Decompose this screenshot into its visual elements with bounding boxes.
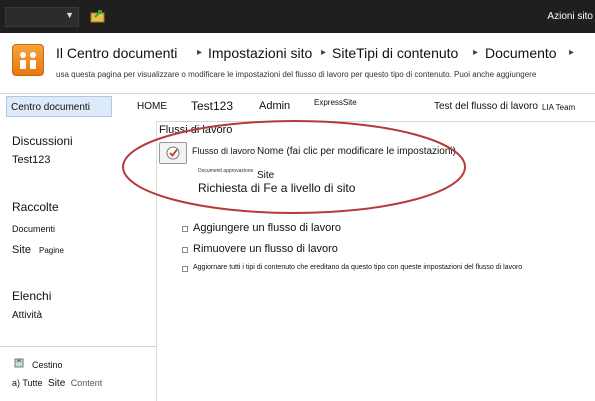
nav-heading-lists[interactable]: Elenchi <box>12 289 51 303</box>
section-title: Flussi di lavoro <box>159 124 233 136</box>
tab-centro-documenti[interactable]: Centro documenti <box>6 96 112 117</box>
site-menu-dropdown[interactable]: ▼ <box>5 7 79 27</box>
remove-workflow-label: Rimuovere un flusso di lavoro <box>193 243 338 255</box>
breadcrumb-separator: ▸ <box>569 47 575 58</box>
nav-heading-discussions[interactable]: Discussioni <box>12 134 73 148</box>
nav-heading-collections[interactable]: Raccolte <box>12 200 59 214</box>
breadcrumb-separator: ▸ <box>197 47 203 58</box>
add-workflow-link[interactable]: Aggiungere un flusso di lavoro <box>182 222 341 234</box>
remove-workflow-link[interactable]: Rimuovere un flusso di lavoro <box>182 243 338 255</box>
breadcrumb-home[interactable]: Il Centro documenti <box>56 45 177 61</box>
workflow-check-icon[interactable] <box>159 142 187 164</box>
all-content-word: Content <box>70 378 103 388</box>
update-content-types-link[interactable]: Aggiornare tutti i tipi di contenuto che… <box>182 264 523 272</box>
nav-item-site[interactable]: Site <box>12 244 31 256</box>
workflow-site-link[interactable]: Site <box>257 170 274 181</box>
workflow-label: Flusso di lavoro <box>192 146 256 156</box>
breadcrumb-separator: ▸ <box>321 47 327 58</box>
add-workflow-label: Aggiungere un flusso di lavoro <box>193 222 341 234</box>
folder-arrow-icon[interactable] <box>90 8 106 24</box>
tab-workflow-test[interactable]: Test del flusso di lavoro <box>434 101 538 112</box>
nav-divider <box>0 346 156 347</box>
tab-home[interactable]: HOME <box>137 101 167 112</box>
recycle-bin-icon[interactable] <box>13 355 25 368</box>
nav-item-pagine[interactable]: Pagine <box>39 246 64 255</box>
nav-item-documenti[interactable]: Documenti <box>12 224 55 234</box>
breadcrumb-document[interactable]: Documento <box>485 45 557 61</box>
bullet-icon <box>182 226 188 232</box>
breadcrumb-content-types[interactable]: SiteTipi di contenuto <box>332 45 458 61</box>
site-logo-icon[interactable] <box>12 44 44 76</box>
tab-expresssite-label: ExpressSite <box>314 98 357 107</box>
tab-lia-team[interactable]: LIA Team <box>542 103 575 112</box>
nav-item-test123[interactable]: Test123 <box>12 154 51 166</box>
nav-item-recycle-bin[interactable]: Cestino <box>32 360 63 370</box>
bullet-icon <box>182 247 188 253</box>
nav-item-all-content[interactable]: a) Tutte Site Content <box>12 378 102 389</box>
bullet-icon <box>182 266 188 272</box>
title-area <box>0 33 595 92</box>
tab-test123[interactable]: Test123 <box>191 99 233 113</box>
tab-admin[interactable]: Admin <box>259 100 290 112</box>
page-description: usa questa pagina per visualizzare o mod… <box>56 70 537 79</box>
nav-item-attivita[interactable]: Attività <box>12 310 42 321</box>
breadcrumb-separator: ▸ <box>473 47 479 58</box>
all-content-site: Site <box>48 378 66 389</box>
update-content-types-label: Aggiornare tutti i tipi di contenuto che… <box>193 264 523 271</box>
workflow-request-link[interactable]: Richiesta di Fe a livello di sito <box>198 181 355 195</box>
breadcrumb-site-settings[interactable]: Impostazioni sito <box>208 45 312 61</box>
site-actions-menu[interactable]: Azioni sito <box>547 11 593 22</box>
all-content-prefix: a) Tutte <box>12 378 43 388</box>
workflow-name-column: Nome (fai clic per modificare le imposta… <box>257 146 456 157</box>
tab-expresssite[interactable]: ExpressSite <box>314 98 357 107</box>
workflow-association-label: Documenti approvazione <box>198 168 254 174</box>
chevron-down-icon: ▼ <box>65 10 74 20</box>
